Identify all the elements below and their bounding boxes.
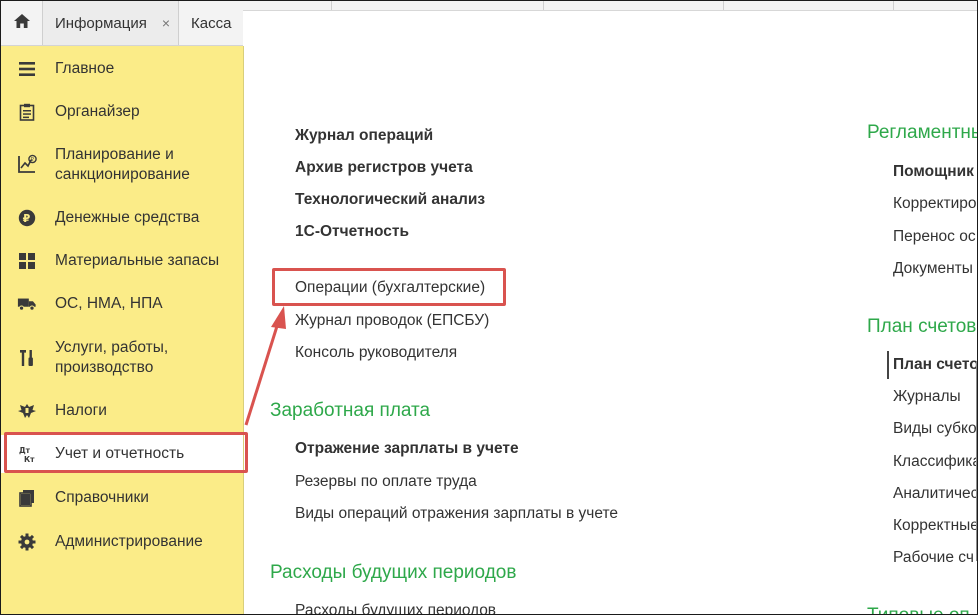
sidebar-item-spravochniki[interactable]: Справочники xyxy=(1,486,243,510)
link-zhurnal-operatsiy[interactable]: Журнал операций xyxy=(295,126,433,146)
link-rabochie-scheta[interactable]: Рабочие сч xyxy=(893,548,974,568)
sidebar-item-label: Планирование и xyxy=(55,146,174,163)
link-analiticheskie[interactable]: Аналитичес xyxy=(893,484,977,504)
sidebar-item-label: Справочники xyxy=(55,489,149,506)
sidebar-item-label-line2: производство xyxy=(55,359,154,376)
section-title-reglamentnye: Регламентны xyxy=(867,122,978,143)
sidebar-item-label: Налоги xyxy=(55,402,107,419)
section-title-tipovye-operatsii: Типовые оп xyxy=(867,604,970,614)
ruble-coin-icon: ₽ xyxy=(17,208,37,228)
tab-label: Информация xyxy=(55,14,147,32)
link-zhurnaly[interactable]: Журналы xyxy=(893,387,961,407)
sidebar-item-label-line2: санкционирование xyxy=(55,166,190,183)
link-plan-schetov[interactable]: План счето xyxy=(893,355,977,375)
focus-marker xyxy=(887,351,889,379)
section-title-raskhody-budushchikh: Расходы будущих периодов xyxy=(270,562,517,583)
app-window: Информация × Касса Главное Органайзер ₽ … xyxy=(0,0,978,615)
sidebar-item-denezhnye-sredstva[interactable]: ₽ Денежные средства xyxy=(1,206,243,230)
sidebar-item-label: Администрирование xyxy=(55,533,203,550)
sidebar-item-planirovanie[interactable]: ₽ Планирование и санкционирование xyxy=(1,145,243,187)
tab-kassa[interactable]: Касса xyxy=(179,1,243,45)
link-perenos-ostatkov[interactable]: Перенос ос xyxy=(893,227,976,247)
link-dokumenty[interactable]: Документы xyxy=(893,259,973,279)
close-icon[interactable]: × xyxy=(162,15,170,31)
grid-blocks-icon xyxy=(17,251,37,271)
link-arkhiv-registrov[interactable]: Архив регистров учета xyxy=(295,158,473,178)
toolbar-segment xyxy=(331,1,544,10)
link-raskhody-budushchikh-periodov[interactable]: Расходы будущих периодов xyxy=(295,601,496,614)
sidebar: Главное Органайзер ₽ Планирование и санк… xyxy=(1,46,244,614)
link-1c-otchetnost[interactable]: 1С-Отчетность xyxy=(295,222,409,242)
link-zhurnal-provodok[interactable]: Журнал проводок (ЕПСБУ) xyxy=(295,311,489,331)
sidebar-item-administrirovanie[interactable]: Администрирование xyxy=(1,530,243,554)
books-icon xyxy=(17,488,37,508)
link-pomoshchnik[interactable]: Помощник xyxy=(893,162,974,182)
sidebar-item-label: Главное xyxy=(55,60,115,77)
highlight-box-sidebar xyxy=(4,432,248,473)
tools-icon xyxy=(17,348,37,368)
truck-icon xyxy=(17,294,37,314)
link-rezervy-po-oplate[interactable]: Резервы по оплате труда xyxy=(295,472,477,492)
link-klassifikatory[interactable]: Классифика xyxy=(893,452,977,472)
highlight-box-operations xyxy=(272,268,506,306)
link-korrektnye[interactable]: Корректные xyxy=(893,516,977,536)
home-icon xyxy=(13,13,31,33)
sidebar-item-organaizer[interactable]: Органайзер xyxy=(1,100,243,124)
link-konsol-rukovoditelya[interactable]: Консоль руководителя xyxy=(295,343,457,363)
toolbar-segment xyxy=(543,1,724,10)
sidebar-item-uslugi[interactable]: Услуги, работы, производство xyxy=(1,338,243,380)
clipboard-icon xyxy=(17,102,37,122)
tab-home[interactable] xyxy=(1,1,43,45)
menu-lines-icon xyxy=(17,59,37,79)
sidebar-item-nalogi[interactable]: Налоги xyxy=(1,399,243,423)
tab-informatsiya[interactable]: Информация × xyxy=(43,1,179,45)
section-title-zarabotnaya-plata: Заработная плата xyxy=(270,400,431,421)
toolbar-segment xyxy=(723,1,894,10)
toolbar-strip xyxy=(243,1,977,11)
link-tekhnologicheskiy-analiz[interactable]: Технологический анализ xyxy=(295,190,485,210)
sidebar-item-label: Услуги, работы, xyxy=(55,339,169,356)
svg-text:₽: ₽ xyxy=(23,212,31,225)
toolbar-segment xyxy=(243,1,332,10)
sidebar-item-label: ОС, НМА, НПА xyxy=(55,295,163,312)
link-otrazhenie-zarplaty[interactable]: Отражение зарплаты в учете xyxy=(295,439,519,459)
sidebar-item-label: Материальные запасы xyxy=(55,252,220,269)
sidebar-item-label: Органайзер xyxy=(55,103,140,120)
gear-icon xyxy=(17,532,37,552)
sidebar-item-materialnye-zapasy[interactable]: Материальные запасы xyxy=(1,249,243,273)
tab-bar: Информация × Касса xyxy=(1,1,243,46)
sidebar-item-os-nma-npa[interactable]: ОС, НМА, НПА xyxy=(1,292,243,316)
sidebar-item-glavnoe[interactable]: Главное xyxy=(1,57,243,81)
link-vidy-subkonto[interactable]: Виды субко xyxy=(893,419,977,439)
eagle-emblem-icon xyxy=(17,401,37,421)
section-title-plan-schetov: План счетов xyxy=(867,316,977,337)
link-vidy-operatsiy-otrazheniya[interactable]: Виды операций отражения зарплаты в учете xyxy=(295,504,618,524)
tab-label: Касса xyxy=(191,14,232,32)
link-korrektirovka[interactable]: Корректиро xyxy=(893,194,976,214)
planning-chart-icon: ₽ xyxy=(17,154,37,174)
sidebar-item-label: Денежные средства xyxy=(55,209,200,226)
